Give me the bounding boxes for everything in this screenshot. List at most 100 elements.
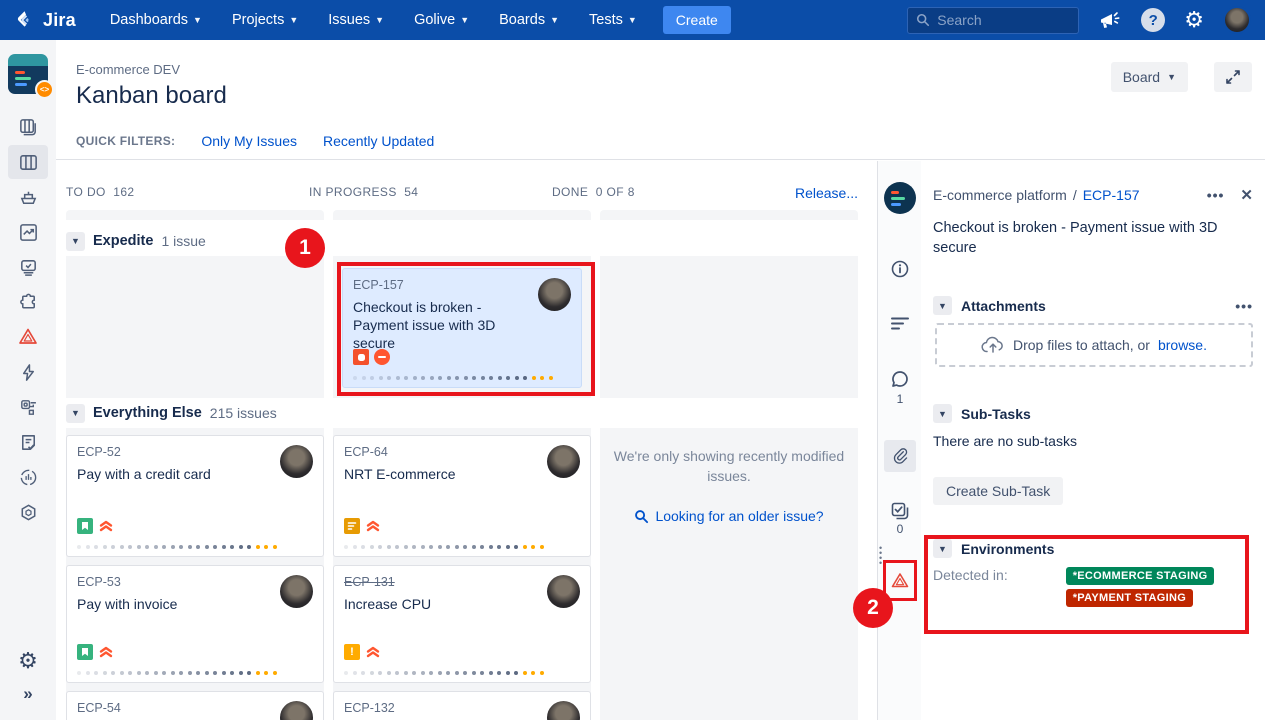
release-link[interactable]: Release... <box>795 185 858 201</box>
assignee-avatar[interactable] <box>547 445 580 478</box>
card-badges <box>77 644 114 660</box>
panel-resize-handle[interactable]: •••• <box>879 546 883 566</box>
aging-dot <box>188 671 192 675</box>
kanban-board-icon[interactable] <box>8 145 48 179</box>
aging-dot <box>77 545 81 549</box>
comments-tab[interactable] <box>884 363 916 395</box>
more-actions-icon[interactable]: ••• <box>1207 187 1225 203</box>
aging-dot <box>395 545 399 549</box>
card-ecp-53[interactable]: ECP-53 Pay with invoice <box>66 565 324 683</box>
attachments-tab[interactable] <box>884 440 916 472</box>
cycle-icon[interactable] <box>8 460 48 494</box>
user-avatar[interactable] <box>1223 6 1251 34</box>
assignee-avatar[interactable] <box>547 575 580 608</box>
card-key[interactable]: ECP-52 <box>77 445 313 459</box>
pages-icon[interactable] <box>8 425 48 459</box>
releases-icon[interactable] <box>8 180 48 214</box>
collapse-section-button[interactable]: ▼ <box>933 539 952 558</box>
aging-dot <box>205 671 209 675</box>
card-key[interactable]: ECP-64 <box>344 445 580 459</box>
issues-icon[interactable] <box>8 250 48 284</box>
browse-link[interactable]: browse. <box>1158 337 1207 353</box>
info-tab[interactable] <box>884 253 916 285</box>
filter-only-my-issues[interactable]: Only My Issues <box>201 133 297 149</box>
code-badge-icon: <> <box>35 80 54 99</box>
card-ecp-54[interactable]: ECP-54 <box>66 691 324 720</box>
environments-tab[interactable] <box>884 565 916 597</box>
create-button[interactable]: Create <box>663 6 731 34</box>
automation-icon[interactable] <box>8 355 48 389</box>
aging-dot <box>179 671 183 675</box>
addons-icon[interactable] <box>8 285 48 319</box>
backlog-icon[interactable] <box>8 110 48 144</box>
collapse-swimlane-button[interactable]: ▼ <box>66 232 85 251</box>
column-top <box>66 210 324 220</box>
aging-dot <box>395 671 399 675</box>
megaphone-icon[interactable] <box>1098 9 1122 31</box>
collapse-swimlane-button[interactable]: ▼ <box>66 404 85 423</box>
aging-dot <box>523 376 527 380</box>
nav-item-golive[interactable]: Golive▼ <box>414 12 469 28</box>
collapse-section-button[interactable]: ▼ <box>933 296 952 315</box>
raygun-icon[interactable] <box>8 320 48 354</box>
jira-logo[interactable]: Jira <box>14 9 76 31</box>
card-ecp-157[interactable]: ECP-157 Checkout is broken - Payment iss… <box>342 268 582 388</box>
aging-dots <box>344 545 580 549</box>
env-badge-ecommerce-staging[interactable]: *ECOMMERCE STAGING <box>1066 567 1215 585</box>
aging-dot <box>413 376 417 380</box>
card-ecp-64[interactable]: ECP-64 NRT E-commerce <box>333 435 591 557</box>
assignee-avatar[interactable] <box>280 575 313 608</box>
settings-gear-icon[interactable]: ⚙ <box>18 650 38 672</box>
nav-item-dashboards[interactable]: Dashboards▼ <box>110 12 202 28</box>
card-key[interactable]: ECP-53 <box>77 575 313 589</box>
card-ecp-52[interactable]: ECP-52 Pay with a credit card <box>66 435 324 557</box>
nav-item-issues[interactable]: Issues▼ <box>328 12 384 28</box>
search-input[interactable] <box>937 12 1057 28</box>
breadcrumb-project[interactable]: E-commerce platform <box>933 187 1067 203</box>
nav-item-projects[interactable]: Projects▼ <box>232 12 298 28</box>
swimlane-expedite-columns: ECP-157 Checkout is broken - Payment iss… <box>66 256 867 398</box>
collapse-section-button[interactable]: ▼ <box>933 404 952 423</box>
jira-logo-icon <box>14 9 36 31</box>
older-issue-link[interactable]: Looking for an older issue? <box>600 508 858 524</box>
project-name[interactable]: E-commerce DEV <box>76 62 180 77</box>
card-key[interactable]: ECP-132 <box>344 701 580 715</box>
board-menu-button[interactable]: Board▼ <box>1111 62 1188 92</box>
details-tab[interactable] <box>884 308 916 340</box>
assignee-avatar[interactable] <box>280 445 313 478</box>
gear-icon[interactable]: ⚙ <box>1184 9 1204 31</box>
fullscreen-button[interactable] <box>1214 62 1252 92</box>
column-header-todo: TO DO 162 <box>66 185 300 201</box>
close-icon[interactable]: ✕ <box>1240 186 1253 204</box>
avatar-decor <box>15 83 27 86</box>
aging-dot <box>480 671 484 675</box>
env-badge-payment-staging[interactable]: *PAYMENT STAGING <box>1066 589 1193 607</box>
create-subtask-button[interactable]: Create Sub-Task <box>933 477 1063 505</box>
nav-item-tests[interactable]: Tests▼ <box>589 12 637 28</box>
attachment-dropzone[interactable]: Drop files to attach, or browse. <box>935 323 1253 367</box>
aging-dot <box>256 671 260 675</box>
help-icon[interactable]: ? <box>1141 8 1165 32</box>
structure-icon[interactable] <box>8 390 48 424</box>
assignee-avatar[interactable] <box>538 278 571 311</box>
hexagon-icon[interactable] <box>8 495 48 529</box>
breadcrumb-issue-link[interactable]: ECP-157 <box>1083 187 1140 203</box>
card-ecp-131[interactable]: ECP-131 Increase CPU ! <box>333 565 591 683</box>
nav-item-boards[interactable]: Boards▼ <box>499 12 559 28</box>
card-key[interactable]: ECP-54 <box>77 701 313 715</box>
filter-recently-updated[interactable]: Recently Updated <box>323 133 434 149</box>
reports-icon[interactable] <box>8 215 48 249</box>
column-top <box>600 210 858 220</box>
search-box[interactable] <box>907 7 1079 34</box>
aging-dot <box>179 545 183 549</box>
project-avatar[interactable]: <> <box>8 54 48 94</box>
card-ecp-132[interactable]: ECP-132 <box>333 691 591 720</box>
panel-project-avatar[interactable] <box>884 182 916 214</box>
column-header-done: DONE 0 OF 8 <box>552 185 786 201</box>
more-actions-icon[interactable]: ••• <box>1235 298 1253 314</box>
card-key[interactable]: ECP-131 <box>344 575 580 589</box>
aging-dot <box>239 671 243 675</box>
column-done: We're only showing recently modified iss… <box>600 428 858 720</box>
aging-dot <box>103 671 107 675</box>
expand-chevrons-icon[interactable]: » <box>23 684 32 704</box>
